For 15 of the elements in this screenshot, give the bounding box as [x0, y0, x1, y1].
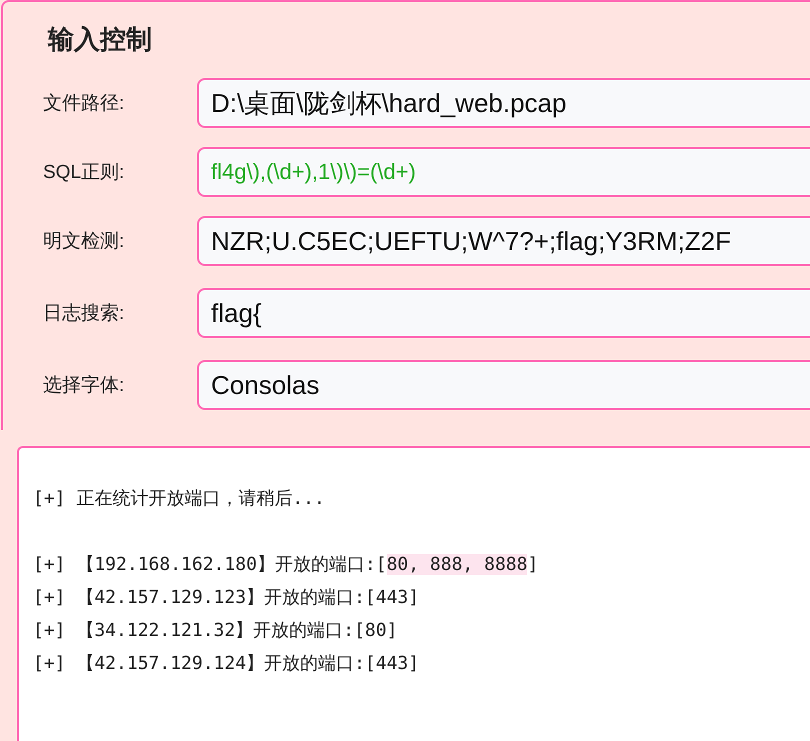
field-label: SQL正则:: [43, 161, 126, 185]
log-line: [+] 【192.168.162.180】开放的端口:[80, 888, 8888]: [33, 553, 540, 577]
field-label: 日志搜索:: [43, 302, 126, 326]
field-label: 文件路径:: [43, 92, 126, 116]
input-field[interactable]: Consolas: [197, 360, 810, 410]
log-line: [+] 【34.122.121.32】开放的端口:[80]: [33, 619, 398, 643]
log-line: [+] 【42.157.129.123】开放的端口:[443]: [33, 586, 420, 610]
input-field[interactable]: D:\桌面\陇剑杯\hard_web.pcap: [197, 78, 810, 128]
field-label: 选择字体:: [43, 374, 126, 398]
log-line: [+] 正在统计开放端口，请稍后...: [33, 487, 326, 511]
log-line: [+] 【42.157.129.124】开放的端口:[443]: [33, 652, 420, 676]
field-label: 明文检测:: [43, 230, 126, 254]
input-field[interactable]: NZR;U.C5EC;UEFTU;W^7?+;flag;Y3RM;Z2F: [197, 216, 810, 266]
panel-title: 输入控制: [48, 23, 153, 56]
input-field[interactable]: flag{: [197, 288, 810, 338]
